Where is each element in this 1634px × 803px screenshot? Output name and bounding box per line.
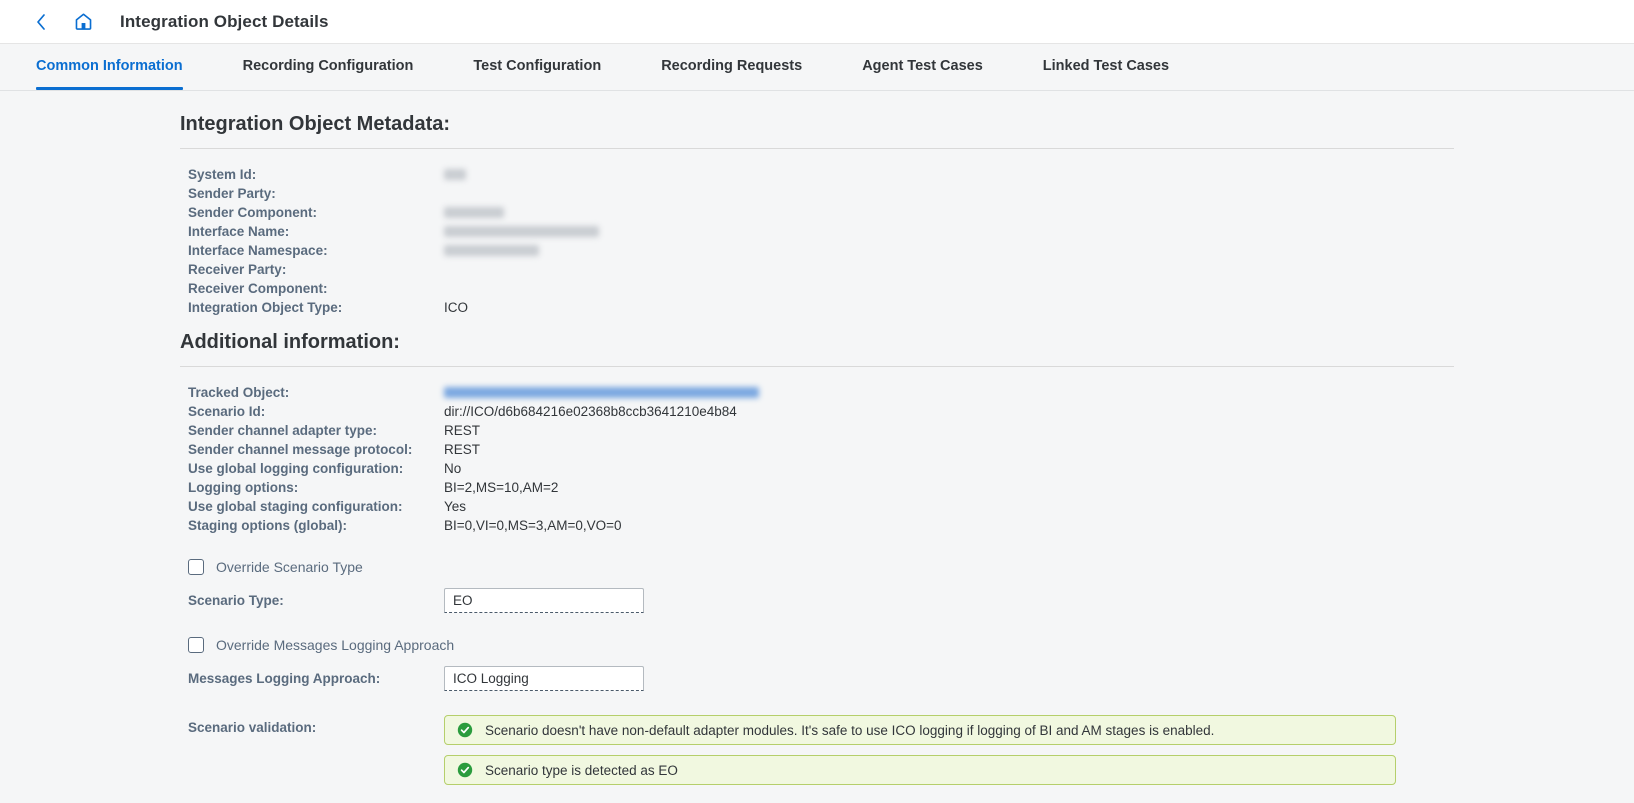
tab-recording-requests[interactable]: Recording Requests bbox=[661, 44, 802, 90]
validation-message-text: Scenario type is detected as EO bbox=[485, 762, 678, 778]
scenario-type-input[interactable] bbox=[444, 588, 644, 613]
tab-agent-test-cases[interactable]: Agent Test Cases bbox=[862, 44, 983, 90]
field-row: Receiver Party: bbox=[188, 260, 1454, 279]
field-label: Interface Name: bbox=[188, 224, 290, 239]
validation-message-list: Scenario doesn't have non-default adapte… bbox=[444, 715, 1396, 795]
field-label: Use global staging configuration: bbox=[188, 499, 403, 514]
field-row: Use global logging configuration: No bbox=[188, 459, 1454, 478]
messages-logging-approach-label: Messages Logging Approach: bbox=[188, 671, 381, 686]
field-label: Receiver Party: bbox=[188, 262, 287, 277]
field-row: Sender channel adapter type: REST bbox=[188, 421, 1454, 440]
field-row: Sender channel message protocol: REST bbox=[188, 440, 1454, 459]
redacted-value bbox=[444, 244, 539, 256]
field-label: Sender channel adapter type: bbox=[188, 423, 378, 438]
override-scenario-type-checkbox[interactable] bbox=[188, 559, 204, 575]
override-logging-approach-label: Override Messages Logging Approach bbox=[216, 637, 455, 653]
field-label: Use global logging configuration: bbox=[188, 461, 404, 476]
redacted-value bbox=[444, 206, 504, 218]
field-value: BI=2,MS=10,AM=2 bbox=[444, 480, 559, 495]
field-value bbox=[444, 222, 599, 241]
scenario-type-row: Scenario Type: bbox=[188, 588, 1454, 613]
metadata-section-title: Integration Object Metadata: bbox=[180, 113, 451, 135]
home-button[interactable] bbox=[68, 7, 98, 37]
field-value: REST bbox=[444, 442, 481, 457]
redacted-value bbox=[444, 168, 466, 180]
back-button[interactable] bbox=[26, 7, 56, 37]
field-row: Interface Name: bbox=[188, 222, 1454, 241]
page-title: Integration Object Details bbox=[120, 11, 329, 31]
field-row: Interface Namespace: bbox=[188, 241, 1454, 260]
app-header: Integration Object Details bbox=[0, 0, 1634, 44]
override-logging-approach-row[interactable]: Override Messages Logging Approach bbox=[188, 637, 1454, 653]
field-row: Sender Component: bbox=[188, 203, 1454, 222]
field-label: Receiver Component: bbox=[188, 281, 328, 296]
messages-logging-approach-row: Messages Logging Approach: bbox=[188, 666, 1454, 691]
override-logging-approach-checkbox[interactable] bbox=[188, 637, 204, 653]
field-label: Integration Object Type: bbox=[188, 300, 343, 315]
field-row: Scenario Id: dir://ICO/d6b684216e02368b8c… bbox=[188, 402, 1454, 421]
field-value: No bbox=[444, 461, 462, 476]
field-value bbox=[444, 241, 539, 260]
field-label: Tracked Object: bbox=[188, 385, 290, 400]
field-row: Integration Object Type: ICO bbox=[188, 298, 1454, 317]
tab-common-information[interactable]: Common Information bbox=[36, 44, 183, 90]
validation-message-text: Scenario doesn't have non-default adapte… bbox=[485, 722, 1215, 738]
metadata-field-list: System Id: Sender Party: Sender Component:… bbox=[188, 165, 1454, 317]
field-label: Sender channel message protocol: bbox=[188, 442, 413, 457]
field-label: Logging options: bbox=[188, 480, 299, 495]
field-label: Interface Namespace: bbox=[188, 243, 328, 258]
redacted-value bbox=[444, 225, 599, 237]
field-value: BI=0,VI=0,MS=3,AM=0,VO=0 bbox=[444, 518, 622, 533]
field-value: ICO bbox=[444, 300, 469, 315]
field-value bbox=[444, 165, 466, 184]
scenario-validation-row: Scenario validation: Scenario doesn't ha… bbox=[188, 715, 1454, 795]
field-row: Receiver Component: bbox=[188, 279, 1454, 298]
field-value bbox=[444, 203, 504, 222]
field-row: Staging options (global): BI=0,VI=0,MS=3,… bbox=[188, 516, 1454, 535]
field-label: Scenario Id: bbox=[188, 404, 266, 419]
scenario-validation-label: Scenario validation: bbox=[188, 720, 317, 735]
tab-bar: Common Information Recording Configurati… bbox=[0, 44, 1634, 91]
field-row: Logging options: BI=2,MS=10,AM=2 bbox=[188, 478, 1454, 497]
redacted-value bbox=[444, 386, 759, 398]
home-icon bbox=[75, 13, 91, 30]
check-circle-icon bbox=[457, 762, 473, 778]
override-scenario-type-label: Override Scenario Type bbox=[216, 559, 363, 575]
validation-message: Scenario type is detected as EO bbox=[444, 755, 1396, 785]
messages-logging-approach-input[interactable] bbox=[444, 666, 644, 691]
field-value: REST bbox=[444, 423, 481, 438]
field-row: Sender Party: bbox=[188, 184, 1454, 203]
additional-section-title: Additional information: bbox=[180, 331, 400, 353]
additional-divider bbox=[180, 366, 1454, 367]
field-label: Sender Party: bbox=[188, 186, 276, 201]
chevron-left-icon bbox=[37, 13, 45, 30]
field-label: Staging options (global): bbox=[188, 518, 347, 533]
tab-test-configuration[interactable]: Test Configuration bbox=[473, 44, 601, 90]
field-row: System Id: bbox=[188, 165, 1454, 184]
check-circle-icon bbox=[457, 722, 473, 738]
field-value: dir://ICO/d6b684216e02368b8ccb3641210e4b… bbox=[444, 404, 737, 419]
field-label: System Id: bbox=[188, 167, 257, 182]
additional-field-list: Tracked Object: Scenario Id: dir://ICO/d6b… bbox=[188, 383, 1454, 535]
tab-recording-configuration[interactable]: Recording Configuration bbox=[243, 44, 414, 90]
field-value: Yes bbox=[444, 499, 467, 514]
field-label: Sender Component: bbox=[188, 205, 318, 220]
override-scenario-type-row[interactable]: Override Scenario Type bbox=[188, 559, 1454, 575]
scenario-type-label: Scenario Type: bbox=[188, 593, 284, 608]
field-row: Tracked Object: bbox=[188, 383, 1454, 402]
validation-message: Scenario doesn't have non-default adapte… bbox=[444, 715, 1396, 745]
metadata-divider bbox=[180, 148, 1454, 149]
content-area: Integration Object Metadata: System Id: S… bbox=[0, 91, 1634, 803]
field-value bbox=[444, 383, 759, 402]
field-row: Use global staging configuration: Yes bbox=[188, 497, 1454, 516]
tab-linked-test-cases[interactable]: Linked Test Cases bbox=[1043, 44, 1169, 90]
